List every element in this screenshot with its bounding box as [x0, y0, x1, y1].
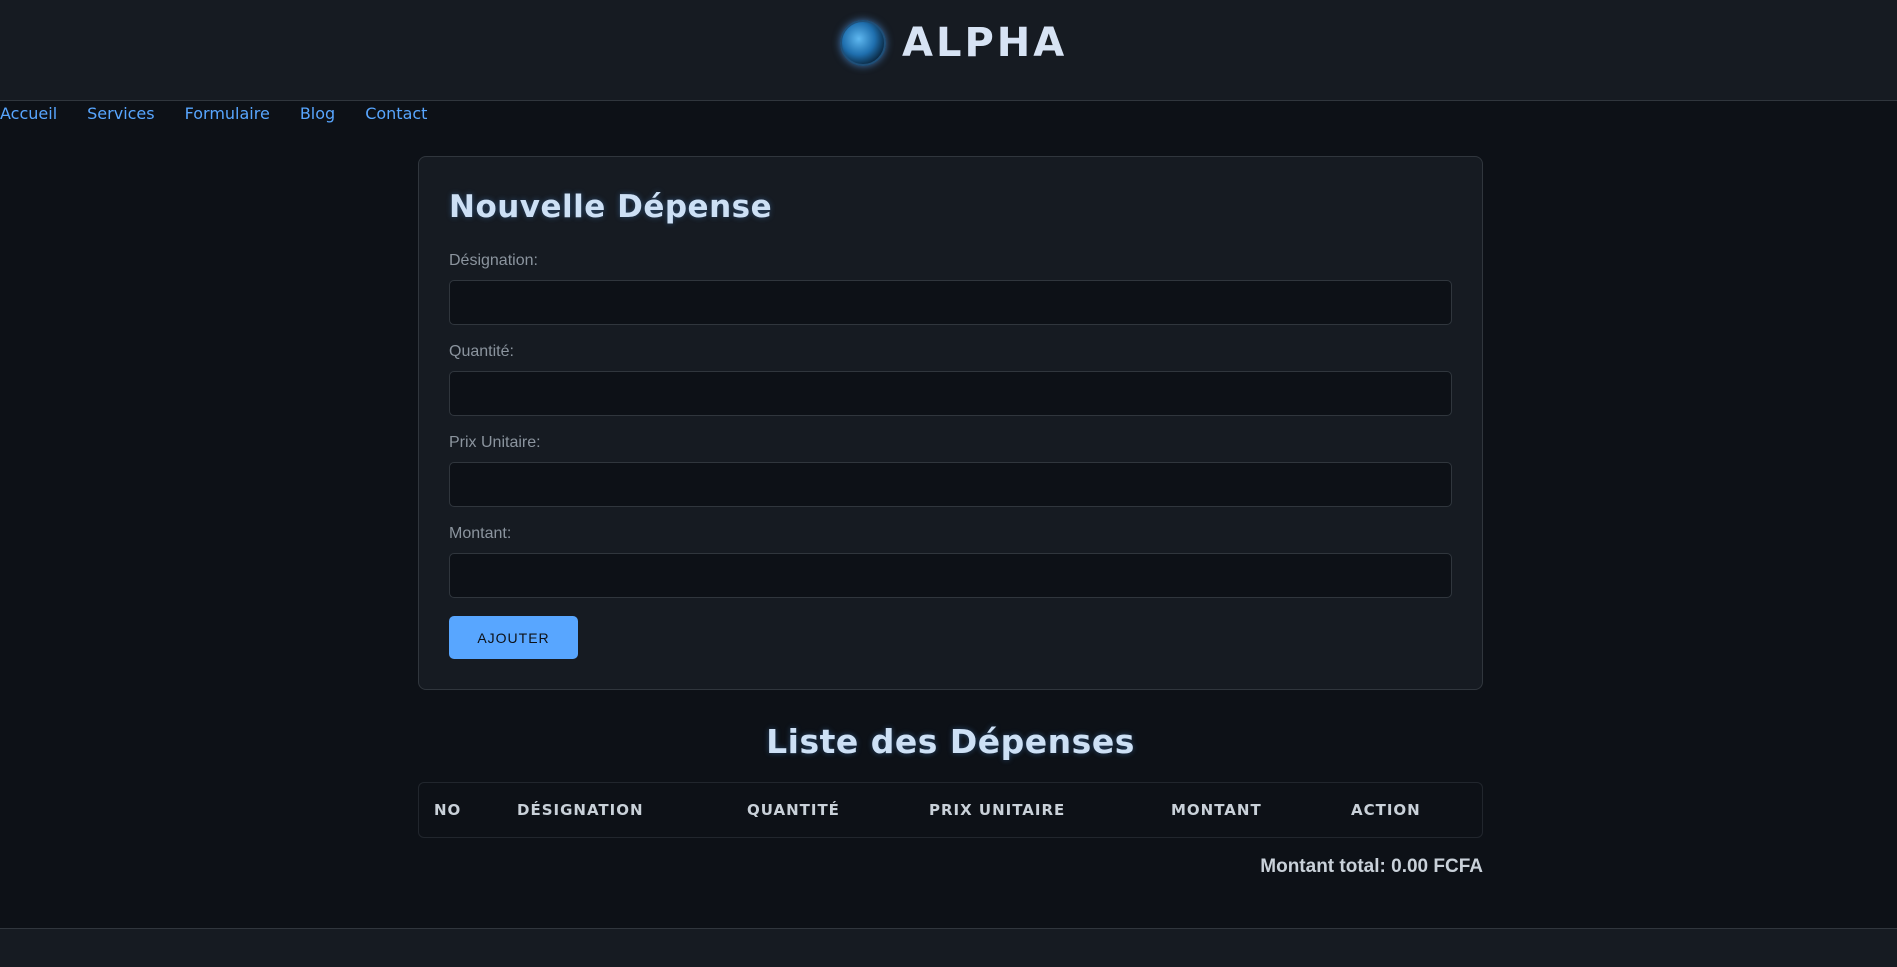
quantity-label: Quantité: [449, 343, 514, 360]
nav-item-blog[interactable]: Blog [300, 104, 335, 123]
nav-item-contact[interactable]: Contact [365, 104, 427, 123]
brand[interactable]: ALPHA [840, 20, 1067, 66]
main-nav: Accueil Services Formulaire Blog Contact [0, 104, 427, 123]
quantity-field-group: Quantité: [449, 343, 1452, 416]
column-header-amount: Montant [1171, 801, 1262, 819]
form-title: Nouvelle Dépense [449, 189, 773, 225]
site-footer [0, 928, 1897, 967]
nav-item-services[interactable]: Services [87, 104, 154, 123]
quantity-input[interactable] [449, 371, 1452, 416]
amount-label: Montant: [449, 525, 512, 542]
column-header-quantity: Quantité [747, 801, 840, 819]
table-header-row: No Désignation Quantité Prix Unitaire Mo… [419, 783, 1482, 837]
expense-form-card: Nouvelle Dépense Désignation: Quantité: … [418, 156, 1483, 690]
globe-logo-icon [840, 20, 886, 66]
designation-field-group: Désignation: [449, 252, 1452, 325]
expense-list-title: Liste des Dépenses [766, 722, 1135, 761]
unit-price-field-group: Prix Unitaire: [449, 434, 1452, 507]
brand-name: ALPHA [902, 20, 1068, 66]
column-header-designation: Désignation [517, 801, 644, 819]
nav-item-accueil[interactable]: Accueil [0, 104, 57, 123]
expense-table: No Désignation Quantité Prix Unitaire Mo… [418, 782, 1483, 838]
site-header: ALPHA [0, 0, 1897, 101]
designation-input[interactable] [449, 280, 1452, 325]
column-header-unit-price: Prix Unitaire [929, 801, 1066, 819]
total-amount: Montant total: 0.00 FCFA [1260, 856, 1483, 877]
column-header-no: No [434, 801, 462, 819]
unit-price-input[interactable] [449, 462, 1452, 507]
nav-item-formulaire[interactable]: Formulaire [185, 104, 270, 123]
amount-field-group: Montant: [449, 525, 1452, 598]
column-header-action: Action [1351, 801, 1421, 819]
add-expense-button[interactable]: AJOUTER [449, 616, 578, 659]
designation-label: Désignation: [449, 252, 538, 269]
unit-price-label: Prix Unitaire: [449, 434, 541, 451]
amount-input[interactable] [449, 553, 1452, 598]
